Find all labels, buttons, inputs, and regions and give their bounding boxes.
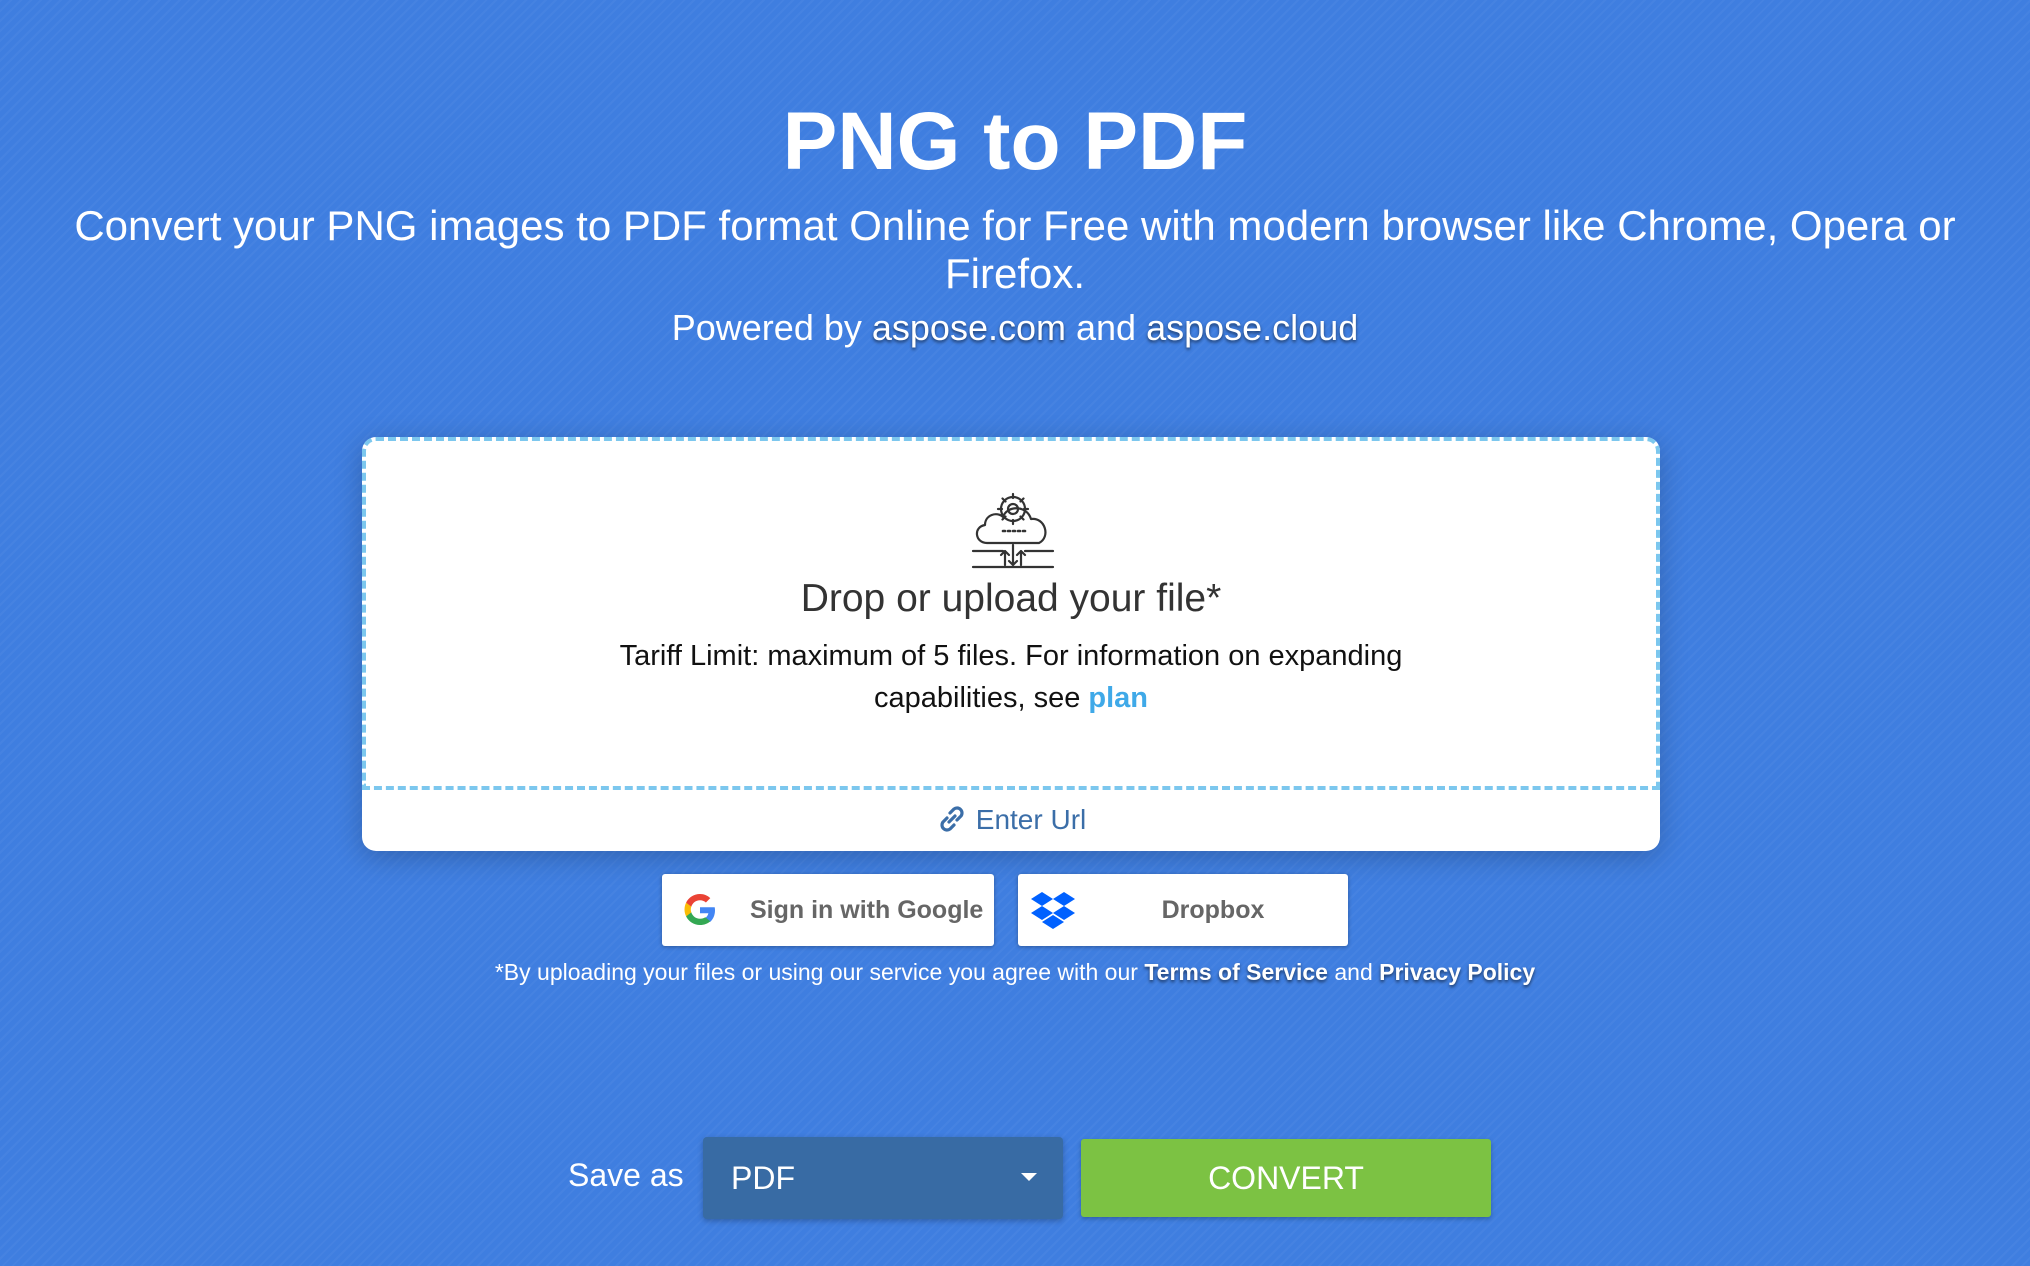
terms-notice: *By uploading your files or using our se… [0,955,2030,989]
terms-prefix: *By uploading your files or using our se… [494,959,1138,985]
tariff-limit-text: Tariff Limit: maximum of 5 files. For in… [596,635,1426,719]
terms-of-service-link[interactable]: Terms of Service [1144,959,1328,985]
convert-button[interactable]: CONVERT [1081,1139,1491,1217]
enter-url-label: Enter Url [975,804,1087,835]
dropbox-label: Dropbox [1161,896,1265,924]
google-signin-button[interactable]: Sign in with Google [662,874,994,946]
drop-title: Drop or upload your file* [800,577,1222,620]
file-dropzone[interactable]: Drop or upload your file* Tariff Limit: … [362,437,1660,790]
aspose-cloud-link[interactable]: aspose.cloud [1146,307,1358,348]
dropbox-button[interactable]: Dropbox [1018,874,1348,946]
link-icon [940,806,964,832]
upload-card: Drop or upload your file* Tariff Limit: … [362,437,1660,851]
format-select[interactable]: PDF [703,1137,1063,1219]
save-as-label: Save as [568,1157,684,1193]
format-select-value: PDF [731,1160,795,1196]
page-subtitle: Convert your PNG images to PDF format On… [74,202,1956,297]
powered-by-prefix: Powered by [671,307,862,348]
powered-by: Powered by aspose.com and aspose.cloud [0,304,2030,352]
google-signin-label: Sign in with Google [750,896,984,924]
powered-by-and: and [1076,307,1137,348]
caret-down-icon [1021,1173,1037,1181]
enter-url-button[interactable]: Enter Url [362,792,1660,848]
plan-link[interactable]: plan [1088,682,1148,714]
privacy-policy-link[interactable]: Privacy Policy [1379,959,1535,985]
terms-and: and [1334,959,1373,985]
aspose-com-link[interactable]: aspose.com [872,307,1066,348]
page-title: PNG to PDF [782,96,1248,187]
cloud-gear-icon [971,492,1055,569]
google-icon [684,894,715,925]
dropbox-icon [1031,892,1075,929]
tariff-text: Tariff Limit: maximum of 5 files. For in… [619,640,1403,714]
